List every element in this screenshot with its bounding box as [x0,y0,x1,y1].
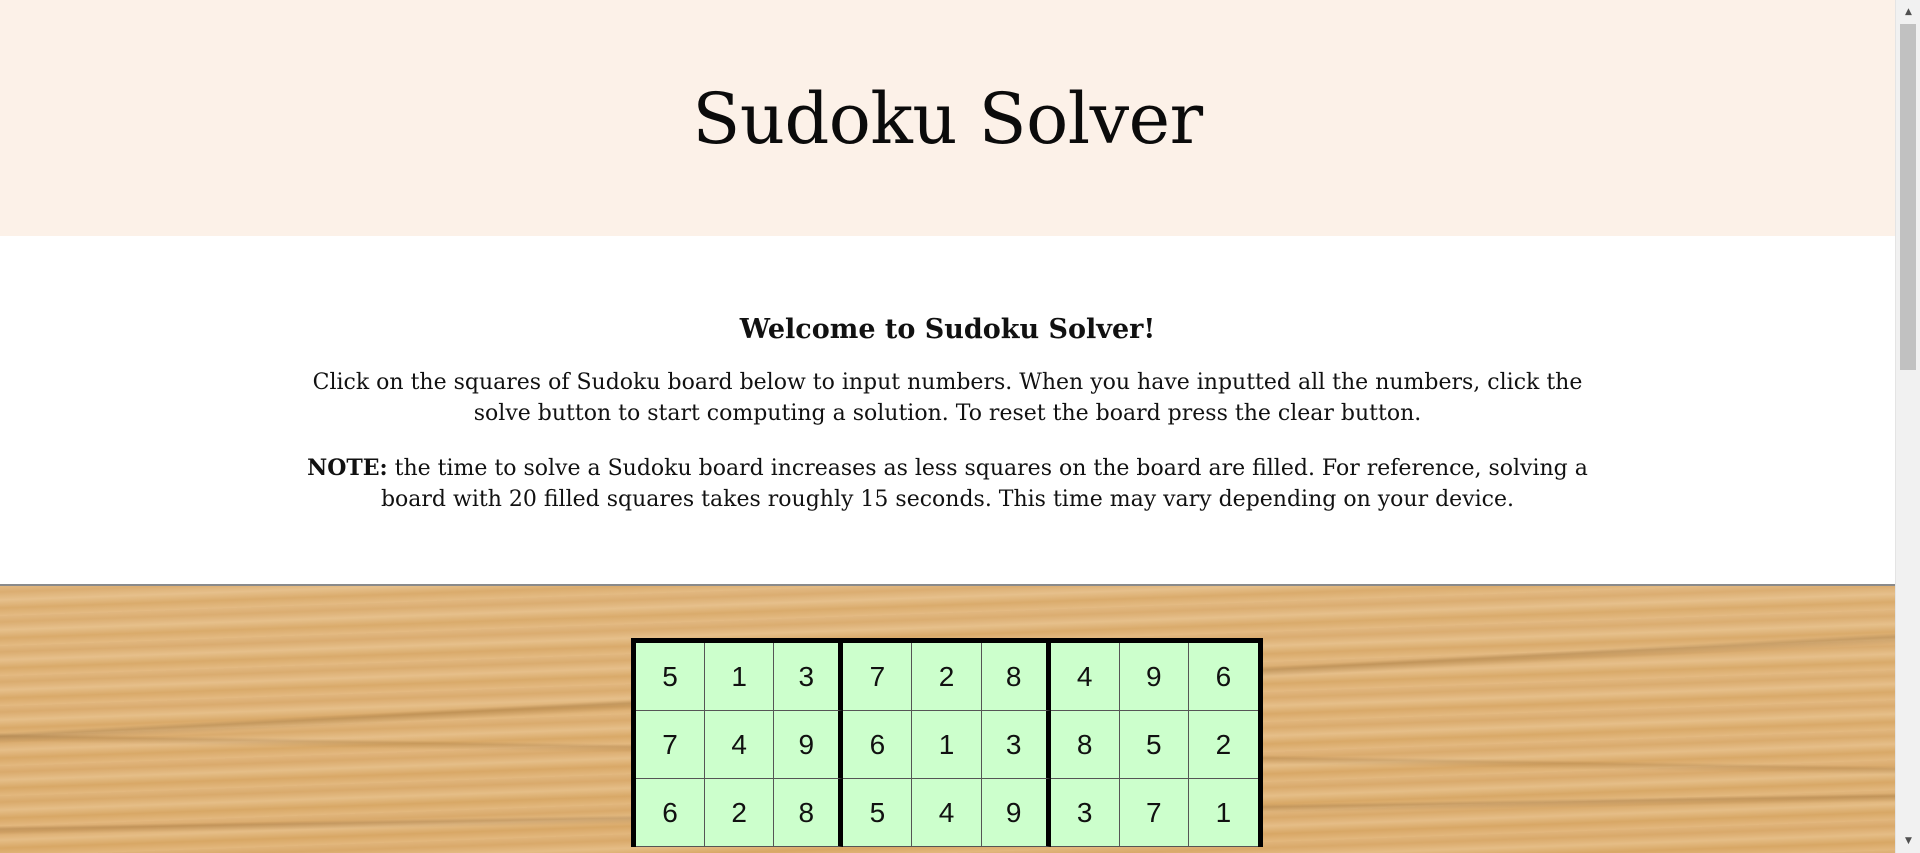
sudoku-cell[interactable]: 3 [981,711,1051,779]
note-label: NOTE: [307,455,388,481]
sudoku-cell[interactable]: 1 [1188,779,1258,847]
sudoku-cell[interactable]: 8 [981,643,1051,711]
scrollbar-thumb[interactable] [1900,24,1916,370]
sudoku-cell[interactable]: 8 [1050,711,1120,779]
sudoku-cell[interactable]: 9 [981,779,1051,847]
note-paragraph: NOTE: the time to solve a Sudoku board i… [283,453,1613,515]
sudoku-cell[interactable]: 6 [636,779,706,847]
sudoku-cell[interactable]: 7 [636,711,706,779]
board-area: 513728496749613852628549371 [0,586,1895,853]
sudoku-cell[interactable]: 1 [912,711,982,779]
scroll-up-icon[interactable]: ▲ [1896,2,1920,22]
sudoku-cell[interactable]: 3 [774,643,844,711]
sudoku-cell[interactable]: 5 [1119,711,1189,779]
sudoku-cell[interactable]: 4 [1050,643,1120,711]
sudoku-cell[interactable]: 6 [1188,643,1258,711]
sudoku-board: 513728496749613852628549371 [631,638,1263,847]
sudoku-cell[interactable]: 4 [912,779,982,847]
sudoku-cell[interactable]: 2 [705,779,775,847]
page: Sudoku Solver Welcome to Sudoku Solver! … [0,0,1895,853]
sudoku-cell[interactable]: 5 [636,643,706,711]
sudoku-cell[interactable]: 5 [843,779,913,847]
sudoku-cell[interactable]: 9 [774,711,844,779]
sudoku-cell[interactable]: 2 [1188,711,1258,779]
page-header: Sudoku Solver [0,0,1895,236]
sudoku-cell[interactable]: 2 [912,643,982,711]
sudoku-cell[interactable]: 6 [843,711,913,779]
vertical-scrollbar[interactable]: ▲ ▼ [1895,0,1920,853]
instructions-paragraph: Click on the squares of Sudoku board bel… [312,370,1583,426]
scroll-down-icon[interactable]: ▼ [1896,831,1920,851]
welcome-heading: Welcome to Sudoku Solver! [739,314,1156,345]
intro-section: Welcome to Sudoku Solver! Click on the s… [0,236,1895,586]
note-text: the time to solve a Sudoku board increas… [380,456,1588,512]
sudoku-cell[interactable]: 1 [705,643,775,711]
sudoku-cell[interactable]: 9 [1119,643,1189,711]
page-title: Sudoku Solver [692,78,1203,160]
sudoku-cell[interactable]: 4 [705,711,775,779]
sudoku-cell[interactable]: 7 [843,643,913,711]
sudoku-cell[interactable]: 8 [774,779,844,847]
sudoku-cell[interactable]: 3 [1050,779,1120,847]
sudoku-cell[interactable]: 7 [1119,779,1189,847]
